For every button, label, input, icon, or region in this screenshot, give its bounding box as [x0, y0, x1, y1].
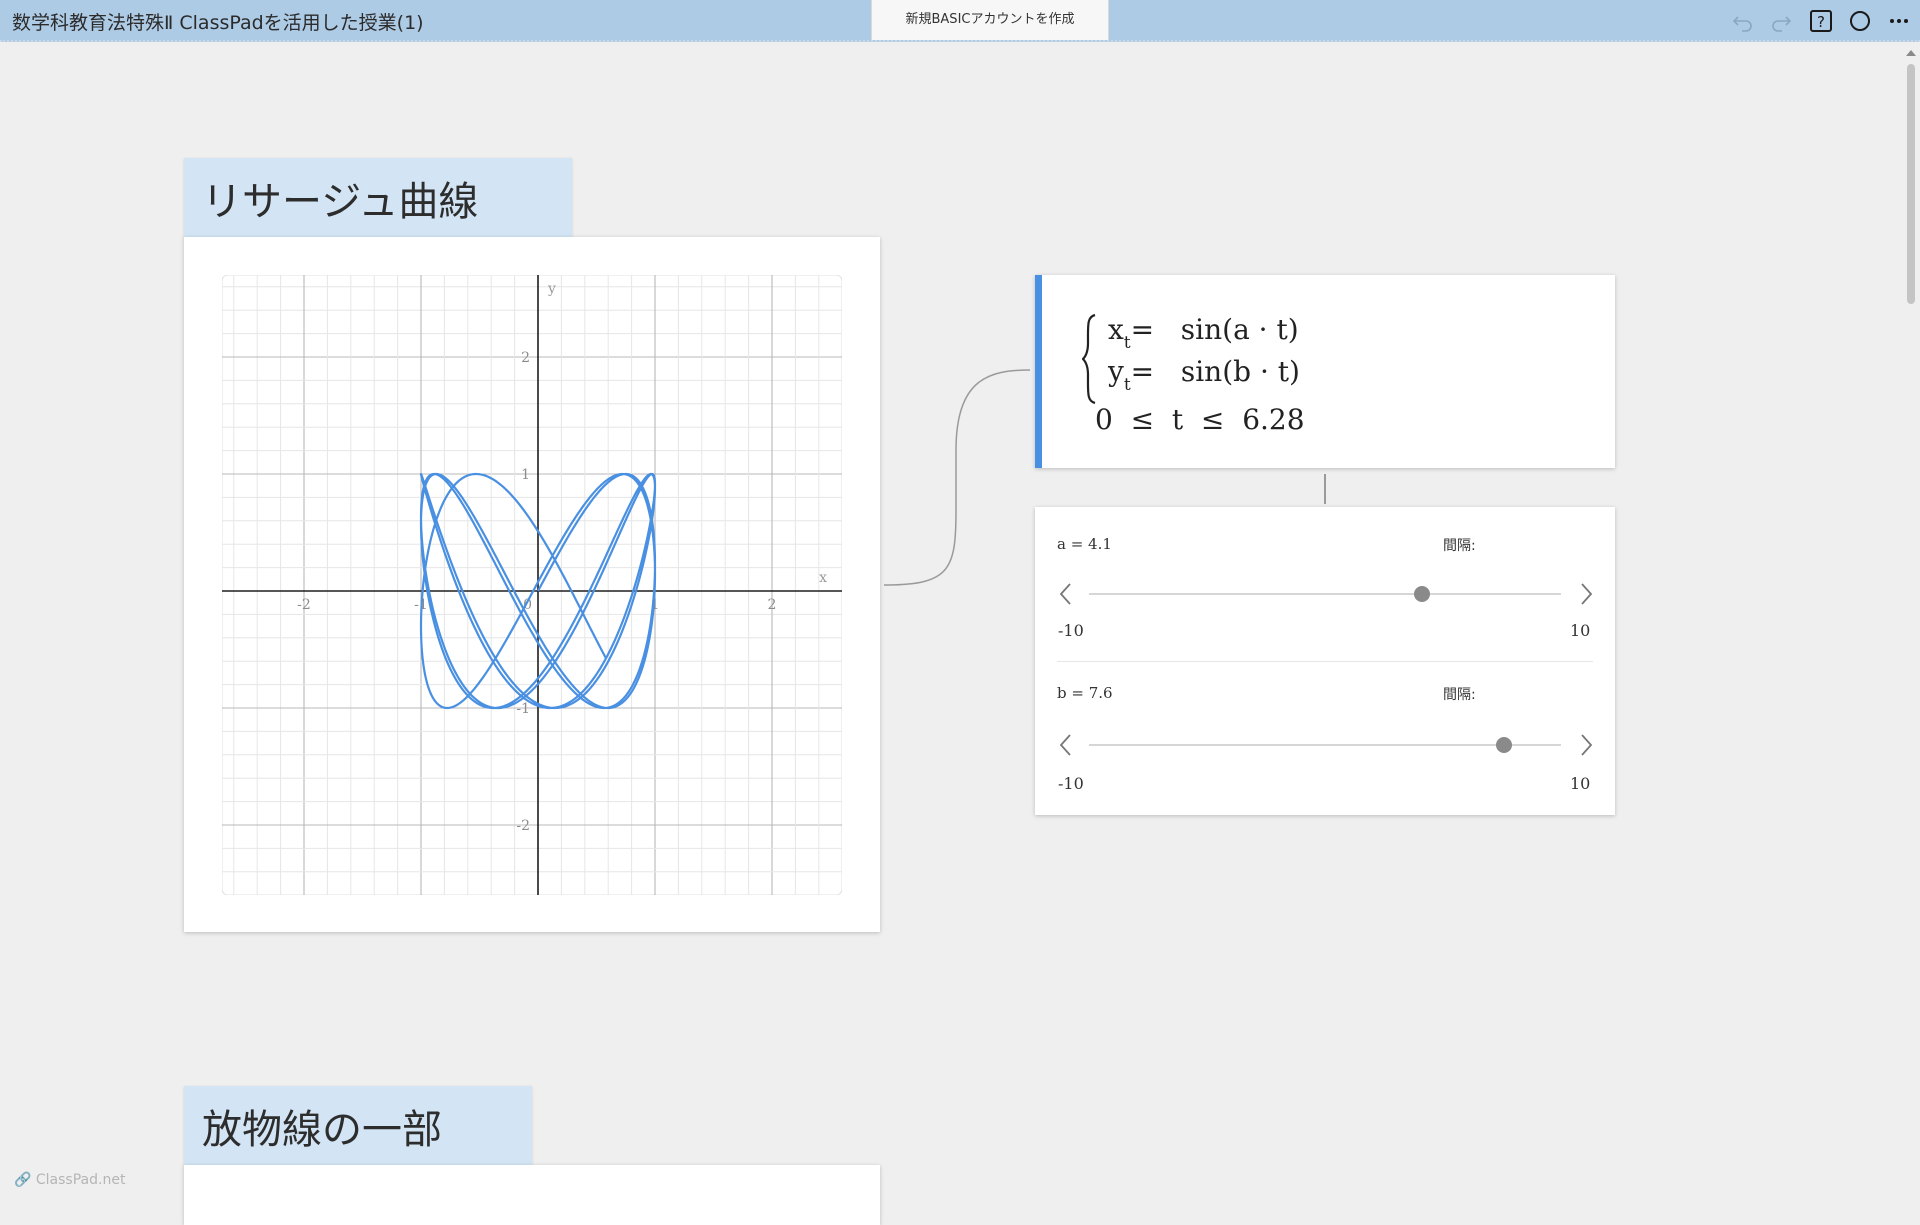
section-title-parabola[interactable]: 放物線の一部 [184, 1086, 532, 1166]
slider-b-decrease-icon[interactable] [1055, 732, 1077, 758]
brace-icon [1082, 313, 1096, 405]
x-tick-label: -2 [297, 597, 311, 613]
slider-a-track[interactable] [1089, 593, 1561, 595]
slider-b-track[interactable] [1089, 744, 1561, 746]
scrollbar-thumb[interactable] [1907, 64, 1915, 304]
create-basic-account-tab[interactable]: 新規BASICアカウントを作成 [871, 0, 1109, 40]
circle-icon[interactable] [1847, 8, 1873, 34]
x-tick-label: 2 [768, 597, 777, 613]
y-subscript: t [1123, 375, 1131, 395]
y-lhs: y [1108, 355, 1124, 388]
help-icon[interactable]: ? [1808, 8, 1834, 34]
slider-a-decrease-icon[interactable] [1055, 581, 1077, 607]
slider-a-max: 10 [1570, 621, 1591, 640]
parabola-graph-card[interactable] [184, 1165, 880, 1225]
equation-card[interactable]: xt= sin(a · t) yt= sin(b · t) 0 ≤ t ≤ 6.… [1035, 275, 1615, 468]
slider-card[interactable]: a = 4.1 間隔: -10 10 b = 7.6 間隔: -10 10 [1035, 507, 1615, 815]
x-axis-label: x [819, 570, 827, 586]
y-rhs: = sin(b · t) [1130, 355, 1300, 388]
equation-y[interactable]: yt= sin(b · t) [1108, 355, 1300, 395]
slider-a-step-label[interactable]: 間隔: [1443, 535, 1476, 555]
x-rhs: = sin(a · t) [1130, 313, 1299, 346]
slider-a-min: -10 [1058, 621, 1084, 640]
equation-x[interactable]: xt= sin(a · t) [1108, 313, 1299, 353]
watermark-text: ClassPad.net [35, 1172, 126, 1188]
slider-a-increase-icon[interactable] [1575, 581, 1597, 607]
document-title: 数学科教育法特殊Ⅱ ClassPadを活用した授業(1) [12, 12, 424, 34]
classpad-watermark: 🔗 ClassPad.net [14, 1172, 125, 1188]
link-icon: 🔗 [14, 1172, 32, 1188]
more-icon[interactable] [1886, 8, 1912, 34]
section-title-lissajous[interactable]: リサージュ曲線 [184, 158, 572, 238]
slider-b-max: 10 [1570, 774, 1591, 793]
connector-line [883, 369, 1031, 586]
x-lhs: x [1108, 313, 1124, 346]
slider-b-step-label[interactable]: 間隔: [1443, 684, 1476, 704]
slider-divider [1057, 661, 1593, 662]
svg-text:?: ? [1817, 13, 1825, 31]
vertical-scrollbar[interactable] [1902, 42, 1920, 1200]
y-tick-label: -2 [516, 818, 530, 834]
y-tick-label: -1 [516, 701, 530, 717]
slider-a-thumb[interactable] [1413, 586, 1430, 602]
top-bar: 数学科教育法特殊Ⅱ ClassPadを活用した授業(1) 新規BASICアカウン… [0, 0, 1920, 42]
connector-stub [1324, 474, 1326, 504]
x-subscript: t [1123, 333, 1131, 353]
slider-b-increase-icon[interactable] [1575, 732, 1597, 758]
section-title-text: リサージュ曲線 [202, 179, 479, 225]
slider-b-thumb[interactable] [1496, 737, 1513, 753]
y-axis-label: y [547, 281, 556, 297]
slider-b-min: -10 [1058, 774, 1084, 793]
graph-canvas[interactable]: -2 -1 0 1 221-1-2 x y [222, 275, 842, 895]
scroll-up-icon[interactable] [1906, 50, 1916, 56]
slider-a-label: a = 4.1 [1057, 535, 1112, 553]
graph-card[interactable]: -2 -1 0 1 2 2 1 -1 -2 x y [184, 237, 880, 932]
redo-icon[interactable] [1768, 8, 1794, 34]
y-tick-label: 2 [521, 350, 530, 366]
y-tick-label: 1 [521, 467, 530, 483]
parameter-range[interactable]: 0 ≤ t ≤ 6.28 [1095, 403, 1305, 436]
slider-b-label: b = 7.6 [1057, 684, 1113, 702]
undo-icon[interactable] [1730, 8, 1756, 34]
section-title-text: 放物線の一部 [202, 1107, 442, 1153]
